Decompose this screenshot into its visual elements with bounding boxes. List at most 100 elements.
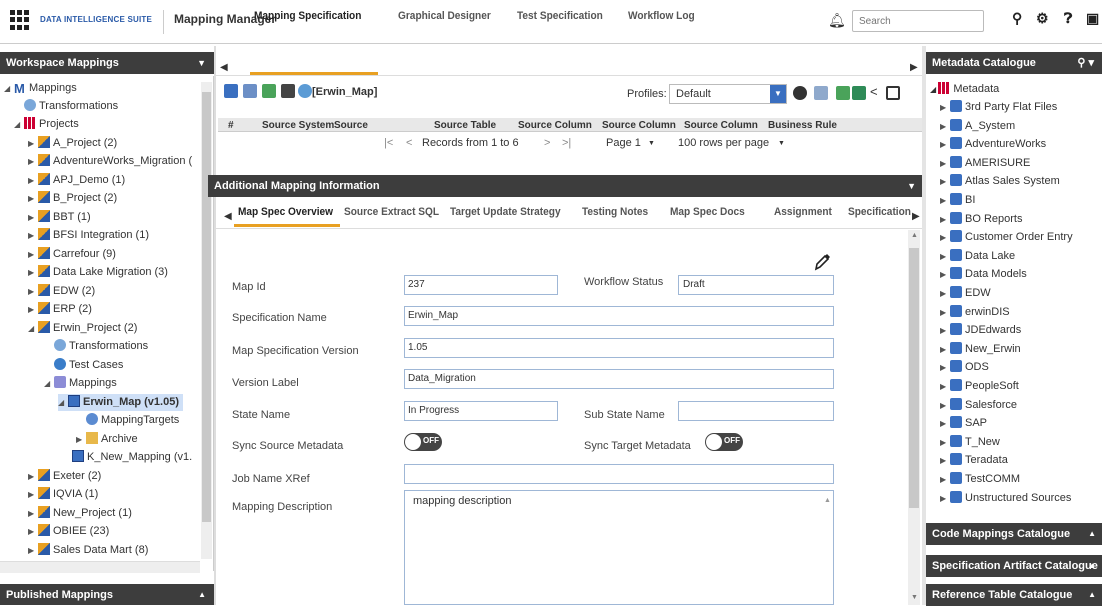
- tree-item[interactable]: ▶ BBT (1): [28, 209, 91, 226]
- share-icon[interactable]: <: [870, 84, 878, 99]
- excel-icon[interactable]: [852, 86, 866, 100]
- expand-arrow-icon[interactable]: ▶: [940, 435, 950, 451]
- subtab-scroll-right-icon[interactable]: ▶: [912, 211, 920, 222]
- last-page-icon[interactable]: >|: [562, 137, 571, 149]
- chevron-down-icon[interactable]: ▼: [907, 175, 916, 197]
- reference-table-catalogue-header[interactable]: Reference Table Catalogue ▲: [926, 584, 1102, 606]
- chevron-down-icon[interactable]: ▼: [648, 140, 655, 147]
- expand-arrow-icon[interactable]: ▶: [940, 156, 950, 172]
- expand-arrow-icon[interactable]: ▶: [940, 230, 950, 246]
- sub-state-name-field[interactable]: [678, 401, 834, 421]
- grid-col-header[interactable]: Source: [334, 120, 368, 131]
- rows-per-page-select[interactable]: 100 rows per page: [678, 137, 769, 149]
- expand-arrow-icon[interactable]: ▶: [940, 342, 950, 358]
- tab-test-specification[interactable]: Test Specification: [517, 10, 603, 22]
- left-splitter[interactable]: [214, 46, 216, 605]
- expand-arrow-icon[interactable]: ▶: [940, 286, 950, 302]
- tab-map-spec-overview[interactable]: Map Spec Overview: [238, 206, 333, 218]
- tree-item[interactable]: Transformations: [54, 338, 148, 354]
- tree-item[interactable]: ▶ New_Erwin: [940, 341, 1021, 358]
- tree-item[interactable]: ▶ SAP: [940, 415, 987, 432]
- tree-horizontal-scrollbar[interactable]: [0, 561, 200, 573]
- expand-arrow-icon[interactable]: ▶: [940, 416, 950, 432]
- tab-testing-notes[interactable]: Testing Notes: [582, 206, 648, 218]
- metadata-catalogue-header[interactable]: Metadata Catalogue ⚲ ▾: [926, 52, 1102, 74]
- expand-arrow-icon[interactable]: ▶: [940, 212, 950, 228]
- tree-item[interactable]: ▶ EDW: [940, 285, 991, 302]
- app-grid-icon[interactable]: [10, 10, 30, 30]
- tree-item[interactable]: ◢ Mappings: [44, 375, 117, 392]
- version-label-field[interactable]: Data_Migration: [404, 369, 834, 389]
- tree-item[interactable]: ▶ EDW (2): [28, 283, 95, 300]
- expand-arrow-icon[interactable]: ▶: [940, 453, 950, 469]
- tree-item[interactable]: ▶ BI: [940, 192, 975, 209]
- spec-name-field[interactable]: Erwin_Map: [404, 306, 834, 326]
- grid-col-header[interactable]: Source Column: [518, 120, 592, 131]
- tree-item[interactable]: ▶ Sales Data Mart (8): [28, 542, 148, 559]
- grid-toolbar-icon[interactable]: [243, 84, 257, 98]
- tree-item[interactable]: ▶ A_Project (2): [28, 135, 117, 152]
- expand-arrow-icon[interactable]: ▶: [940, 379, 950, 395]
- tab-assignment[interactable]: Assignment: [774, 206, 832, 218]
- tree-item[interactable]: ▶ Unstructured Sources: [940, 490, 1071, 507]
- tree-item[interactable]: ▶ A_System: [940, 118, 1015, 135]
- scroll-down-icon[interactable]: ▼: [911, 594, 918, 601]
- tree-item[interactable]: ▶ TestCOMM: [940, 471, 1020, 488]
- tree-item[interactable]: Test Cases: [54, 357, 123, 373]
- help-icon[interactable]: ❓︎: [1064, 10, 1072, 27]
- published-mappings-header[interactable]: Published Mappings ▲: [0, 584, 214, 605]
- tree-item[interactable]: ▶ Exeter (2): [28, 468, 101, 485]
- tab-graphical-designer[interactable]: Graphical Designer: [398, 10, 491, 22]
- expand-arrow-icon[interactable]: ▶: [940, 267, 950, 283]
- list-toolbar-icon[interactable]: [281, 84, 295, 98]
- tab-scroll-left-icon[interactable]: ◀: [220, 62, 228, 73]
- expand-arrow-icon[interactable]: ▶: [940, 472, 950, 488]
- refresh-toolbar-icon[interactable]: [298, 84, 312, 98]
- grid-col-header[interactable]: Source System: [262, 120, 334, 131]
- mapping-description-textarea[interactable]: mapping description: [404, 490, 834, 605]
- tree-item[interactable]: ◢ M Mappings: [4, 80, 77, 97]
- tree-item[interactable]: ▶ Atlas Sales System: [940, 173, 1060, 190]
- tree-item[interactable]: ▶ AdventureWorks_Migration (: [28, 153, 192, 170]
- export-icon[interactable]: [836, 86, 850, 100]
- tree-item[interactable]: ▶ OBIEE (23): [28, 523, 109, 540]
- tree-item[interactable]: ▶ T_New: [940, 434, 1000, 451]
- preview-icon[interactable]: [814, 86, 828, 100]
- tree-item[interactable]: ▶ Teradata: [940, 452, 1008, 469]
- tab-mapping-specification[interactable]: Mapping Specification: [254, 10, 361, 22]
- specification-artifact-catalogue-header[interactable]: Specification Artifact Catalogue ▲: [926, 555, 1102, 577]
- sync-source-toggle[interactable]: OFF: [404, 433, 442, 451]
- spec-version-field[interactable]: 1.05: [404, 338, 834, 358]
- expand-arrow-icon[interactable]: ▶: [940, 119, 950, 135]
- grid-col-header[interactable]: Source Table: [434, 120, 496, 131]
- chevron-up-icon[interactable]: ▲: [1088, 584, 1096, 606]
- expand-arrow-icon[interactable]: ▶: [940, 398, 950, 414]
- expand-arrow-icon[interactable]: ▶: [940, 491, 950, 507]
- tree-item[interactable]: ▶ B_Project (2): [28, 190, 117, 207]
- search-input[interactable]: [852, 10, 984, 32]
- job-name-field[interactable]: [404, 464, 834, 484]
- tree-item-selected[interactable]: ◢ Erwin_Map (v1.05): [58, 394, 183, 411]
- code-mappings-catalogue-header[interactable]: Code Mappings Catalogue ▲: [926, 523, 1102, 545]
- map-id-field[interactable]: 237: [404, 275, 558, 295]
- tab-source-extract-sql[interactable]: Source Extract SQL: [344, 206, 439, 218]
- tree-item[interactable]: ▶ IQVIA (1): [28, 486, 98, 503]
- tree-item[interactable]: ▶ AMERISURE: [940, 155, 1030, 172]
- tree-item[interactable]: ▶ JDEdwards: [940, 322, 1021, 339]
- additional-mapping-header[interactable]: Additional Mapping Information ▼: [208, 175, 922, 197]
- expand-arrow-icon[interactable]: ▶: [940, 174, 950, 190]
- expand-arrow-icon[interactable]: ▶: [940, 360, 950, 376]
- chevron-down-icon[interactable]: ▼: [197, 52, 206, 74]
- tree-item[interactable]: ▶ Salesforce: [940, 397, 1017, 414]
- grid-col-header[interactable]: #: [228, 120, 234, 131]
- tree-item[interactable]: MappingTargets: [86, 412, 179, 428]
- tree-item[interactable]: ▶ ERP (2): [28, 301, 92, 318]
- textarea-scroll-up-icon[interactable]: ▲: [824, 497, 831, 504]
- settings-gear-icon[interactable]: ⚙: [1036, 10, 1049, 27]
- tree-item[interactable]: ▶ AdventureWorks: [940, 136, 1046, 153]
- search-icon[interactable]: ⚲ ▾: [1077, 52, 1094, 74]
- tree-item[interactable]: ▶ Archive: [76, 431, 138, 448]
- tree-item[interactable]: ◢ Metadata: [930, 81, 999, 98]
- expand-arrow-icon[interactable]: ▶: [940, 305, 950, 321]
- tree-item[interactable]: ▶ Carrefour (9): [28, 246, 116, 263]
